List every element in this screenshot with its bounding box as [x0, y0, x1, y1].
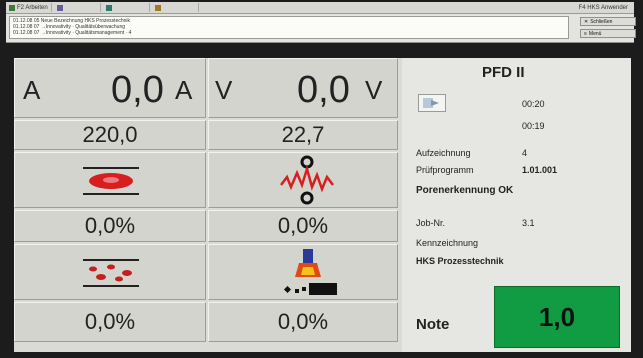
app-icon [154, 4, 161, 11]
export-icon[interactable] [418, 94, 446, 112]
voltage-display: V 0,0 V [208, 58, 398, 118]
torch-value: 0,0% [277, 309, 329, 334]
weld-pool-cell [14, 152, 206, 208]
taskbar-item-2[interactable] [54, 3, 101, 12]
voltage-unit: V [365, 75, 383, 105]
time-2: 00:19 [522, 121, 545, 131]
pore-value-cell: 0,0% [14, 210, 206, 242]
arc-value: 0,0% [277, 213, 329, 238]
voltage-setpoint: 22,7 [281, 122, 325, 147]
voltage-value: 0,0 [297, 69, 350, 111]
menu-button[interactable]: ≡ Menü [580, 29, 636, 38]
menu-icon: ≡ [584, 30, 587, 37]
user-label: F4 HKS Anwender [578, 4, 628, 11]
pruefprogramm-value: 1.01.001 [522, 165, 558, 175]
taskbar-user[interactable]: F4 HKS Anwender [579, 5, 634, 11]
current-setpoint: 220,0 [82, 122, 138, 147]
note-box: 1,0 [494, 286, 620, 348]
close-icon: ✕ [584, 18, 589, 25]
close-button-label: Schließen [590, 18, 613, 25]
current-display: A 0,0 A [14, 58, 206, 118]
voltage-symbol: V [215, 75, 233, 105]
app-icon [56, 4, 63, 11]
menu-button-label: Menü [588, 30, 602, 37]
taskbar-item-3[interactable] [103, 3, 150, 12]
app-icon [9, 4, 15, 11]
arrow-icon [423, 98, 439, 108]
weld-pool-icon [83, 167, 139, 195]
kennzeichnung-value: HKS Prozesstechnik [416, 256, 504, 266]
spatter-icon [83, 259, 139, 287]
note-value: 1,0 [538, 301, 576, 332]
aufzeichnung-label: Aufzeichnung [416, 148, 471, 158]
time-1: 00:20 [522, 99, 545, 109]
taskbar-item-arbeiten[interactable]: F2 Arbeiten [6, 3, 52, 12]
current-value: 0,0 [111, 69, 164, 111]
arc-value-cell: 0,0% [208, 210, 398, 242]
message-bar: 01.12.08 05 Neue Bezeichnung HKS Prozess… [6, 14, 636, 43]
current-unit: A [175, 75, 193, 105]
voltage-setpoint-cell: 22,7 [208, 120, 398, 150]
job-label: Job-Nr. [416, 218, 446, 228]
job-value: 3.1 [522, 218, 535, 228]
taskbar-item-4[interactable] [152, 3, 199, 12]
kennzeichnung-label: Kennzeichnung [416, 238, 479, 248]
pore-value: 0,0% [84, 213, 136, 238]
torch-icon [283, 249, 337, 295]
note-label: Note [416, 316, 450, 333]
torch-cell [208, 244, 398, 300]
taskbar: F2 Arbeiten F4 HKS Anwender [6, 2, 634, 14]
log-line: 01.12.08 07 →Innovativity · Qualitätsman… [13, 30, 132, 36]
current-setpoint-cell: 220,0 [14, 120, 206, 150]
current-symbol: A [23, 75, 41, 105]
torch-value-cell: 0,0% [208, 302, 398, 342]
aufzeichnung-value: 4 [522, 148, 528, 158]
panel-title: PFD II [482, 64, 525, 81]
status-text: Porenerkennung OK [416, 185, 514, 196]
spatter-value: 0,0% [84, 309, 136, 334]
app-icon [105, 4, 112, 11]
message-log: 01.12.08 05 Neue Bezeichnung HKS Prozess… [9, 16, 569, 39]
spatter-cell [14, 244, 206, 300]
arc-signal-cell [208, 152, 398, 208]
close-button[interactable]: ✕ Schließen [580, 17, 636, 26]
arc-signal-icon [280, 155, 334, 205]
info-panel: PFD II 00:20 00:19 Aufzeichnung 4 Prüfpr… [402, 58, 631, 352]
pruefprogramm-label: Prüfprogramm [416, 165, 474, 175]
taskbar-item-label: F2 Arbeiten [17, 4, 48, 11]
spatter-value-cell: 0,0% [14, 302, 206, 342]
